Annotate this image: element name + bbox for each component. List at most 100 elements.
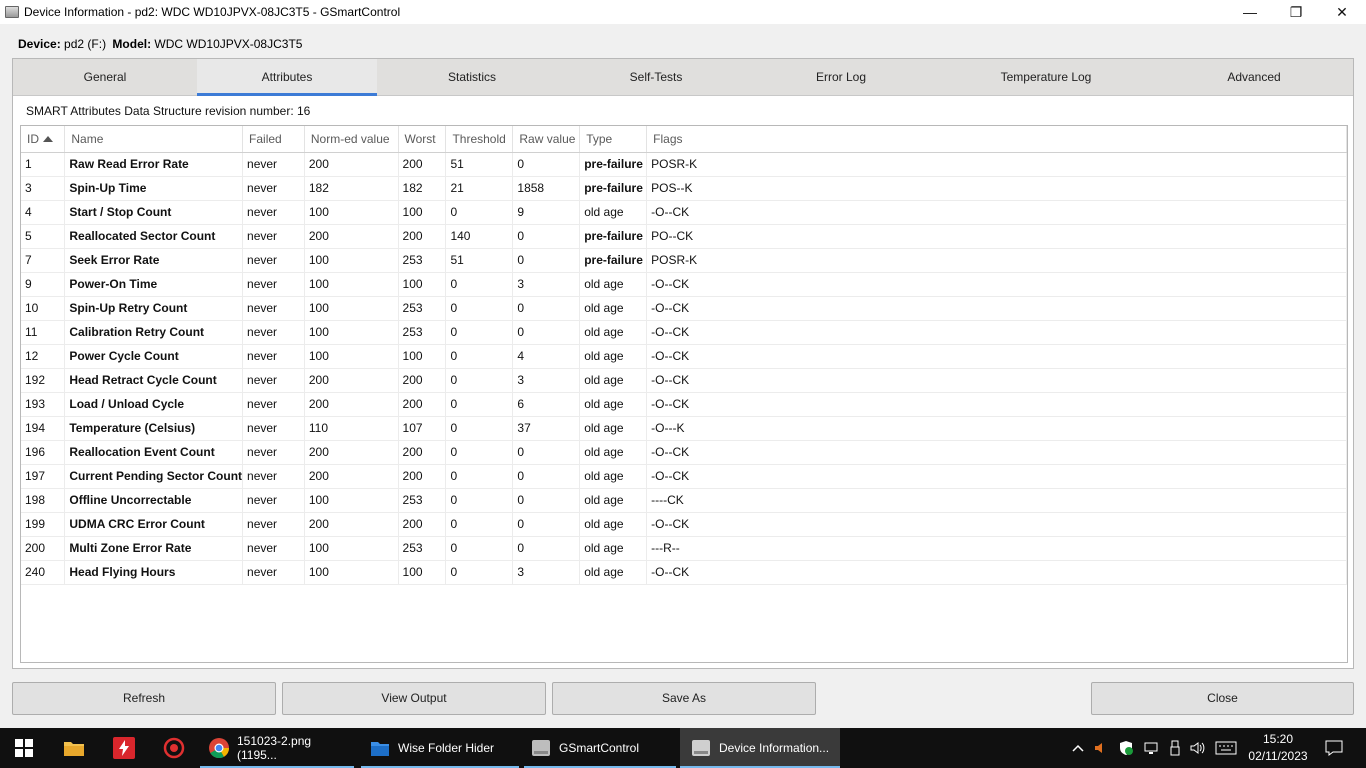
close-button[interactable]: Close — [1091, 682, 1354, 715]
cell-normed-value: 200 — [304, 392, 399, 417]
table-row[interactable]: 193 Load / Unload Cycle never 200 200 0 6 old a… — [21, 392, 1347, 417]
cell-failed: never — [242, 416, 305, 441]
tab-attributes[interactable]: Attributes — [197, 59, 377, 96]
file-explorer-button[interactable] — [50, 728, 98, 768]
tab-notebook: General Attributes Statistics Self-Tests… — [12, 58, 1354, 669]
table-row[interactable]: 10 Spin-Up Retry Count never 100 253 0 0 old ag… — [21, 296, 1347, 321]
usb-device-icon[interactable] — [1165, 728, 1185, 768]
taskbar-item-chrome[interactable]: 151023-2.png (1195... — [200, 728, 354, 768]
cell-raw-value: 0 — [512, 440, 581, 465]
table-row[interactable]: 1 Raw Read Error Rate never 200 200 51 0 pre-fa… — [21, 152, 1347, 177]
cell-id: 7 — [21, 248, 66, 273]
cell-worst: 253 — [398, 320, 447, 345]
cell-worst: 200 — [398, 392, 447, 417]
table-row[interactable]: 240 Head Flying Hours never 100 100 0 3 old age… — [21, 560, 1347, 585]
table-row[interactable]: 5 Reallocated Sector Count never 200 200 140 0… — [21, 224, 1347, 249]
save-as-button[interactable]: Save As — [552, 682, 816, 715]
table-row[interactable]: 11 Calibration Retry Count never 100 253 0 0 ol… — [21, 320, 1347, 345]
cell-worst: 200 — [398, 152, 447, 177]
table-row[interactable]: 196 Reallocation Event Count never 200 200 0 0… — [21, 440, 1347, 465]
window-title: Device Information - pd2: WDC WD10JPVX-0… — [24, 5, 401, 19]
cell-failed: never — [242, 368, 305, 393]
table-row[interactable]: 194 Temperature (Celsius) never 110 107 0 37 ol… — [21, 416, 1347, 441]
notification-center-icon[interactable] — [1320, 728, 1348, 768]
maximize-button[interactable]: ❐ — [1273, 0, 1319, 24]
cell-flags: -O--CK — [646, 440, 1347, 465]
view-output-button[interactable]: View Output — [282, 682, 546, 715]
windows-icon — [15, 739, 33, 757]
close-window-button[interactable]: ✕ — [1319, 0, 1365, 24]
cell-threshold: 0 — [445, 200, 514, 225]
cell-id: 194 — [21, 416, 66, 441]
table-row[interactable]: 192 Head Retract Cycle Count never 200 200 0 3… — [21, 368, 1347, 393]
cell-threshold: 0 — [445, 464, 514, 489]
table-row[interactable]: 200 Multi Zone Error Rate never 100 253 0 0 old… — [21, 536, 1347, 561]
tab-general[interactable]: General — [13, 59, 197, 96]
column-header-normed-value[interactable]: Norm-ed value — [304, 126, 399, 153]
clock[interactable]: 15:20 02/11/2023 — [1238, 731, 1318, 765]
cell-threshold: 51 — [445, 152, 514, 177]
lightning-app-icon — [113, 737, 135, 759]
cell-flags: PO--CK — [646, 224, 1347, 249]
attributes-table[interactable]: ID Name Failed Norm-ed value Worst Thres… — [20, 125, 1348, 663]
app-launcher-button[interactable] — [100, 728, 148, 768]
tab-advanced[interactable]: Advanced — [1155, 59, 1353, 96]
speaker-warning-icon[interactable] — [1091, 728, 1111, 768]
cell-worst: 182 — [398, 176, 447, 201]
column-header-worst[interactable]: Worst — [398, 126, 447, 153]
table-row[interactable]: 12 Power Cycle Count never 100 100 0 4 old age -… — [21, 344, 1347, 369]
cell-type: old age — [579, 392, 648, 417]
table-row[interactable]: 197 Current Pending Sector Count never 200 2… — [21, 464, 1347, 489]
taskbar-item-label: Wise Folder Hider — [398, 741, 495, 755]
refresh-button[interactable]: Refresh — [12, 682, 276, 715]
table-row[interactable]: 7 Seek Error Rate never 100 253 51 0 pre-failur… — [21, 248, 1347, 273]
sort-ascending-icon — [43, 135, 53, 142]
cell-worst: 107 — [398, 416, 447, 441]
tab-self-tests[interactable]: Self-Tests — [567, 59, 745, 96]
taskbar-item-gsmartcontrol[interactable]: GSmartControl — [524, 728, 676, 768]
table-row[interactable]: 9 Power-On Time never 100 100 0 3 old age -O--CK — [21, 272, 1347, 297]
table-row[interactable]: 198 Offline Uncorrectable never 100 253 0 0 old… — [21, 488, 1347, 513]
table-row[interactable]: 4 Start / Stop Count never 100 100 0 9 old age -… — [21, 200, 1347, 225]
table-row[interactable]: 3 Spin-Up Time never 182 182 21 1858 pre-failur… — [21, 176, 1347, 201]
taskbar-item-wise-folder-hider[interactable]: Wise Folder Hider — [361, 728, 519, 768]
network-icon[interactable] — [1141, 728, 1161, 768]
tab-temperature-log[interactable]: Temperature Log — [937, 59, 1155, 96]
cell-threshold: 0 — [445, 320, 514, 345]
model-label: Model: — [112, 37, 152, 51]
column-header-type[interactable]: Type — [579, 126, 648, 153]
column-header-raw-value[interactable]: Raw value — [512, 126, 581, 153]
cell-normed-value: 200 — [304, 464, 399, 489]
tab-error-log[interactable]: Error Log — [745, 59, 937, 96]
start-button[interactable] — [0, 728, 48, 768]
cell-threshold: 0 — [445, 560, 514, 585]
cell-normed-value: 100 — [304, 320, 399, 345]
minimize-button[interactable]: — — [1227, 0, 1273, 24]
volume-icon[interactable] — [1188, 728, 1208, 768]
column-header-threshold[interactable]: Threshold — [445, 126, 514, 153]
column-header-failed[interactable]: Failed — [242, 126, 305, 153]
cell-threshold: 0 — [445, 272, 514, 297]
column-header-flags[interactable]: Flags — [646, 126, 1347, 153]
cell-failed: never — [242, 272, 305, 297]
tab-statistics[interactable]: Statistics — [377, 59, 567, 96]
windows-security-icon[interactable] — [1116, 728, 1136, 768]
security-app-button[interactable] — [150, 728, 198, 768]
cell-id: 10 — [21, 296, 66, 321]
cell-name: UDMA CRC Error Count — [64, 512, 244, 537]
cell-failed: never — [242, 440, 305, 465]
tray-overflow-chevron-icon[interactable] — [1068, 728, 1088, 768]
chrome-icon — [208, 737, 230, 759]
column-header-name[interactable]: Name — [64, 126, 244, 153]
cell-raw-value: 6 — [512, 392, 581, 417]
cell-worst: 100 — [398, 200, 447, 225]
taskbar-item-device-information[interactable]: Device Information... — [680, 728, 840, 768]
cell-worst: 253 — [398, 536, 447, 561]
cell-type: old age — [579, 344, 648, 369]
cell-failed: never — [242, 152, 305, 177]
cell-failed: never — [242, 464, 305, 489]
column-header-id[interactable]: ID — [21, 126, 66, 153]
table-row[interactable]: 199 UDMA CRC Error Count never 200 200 0 0 old … — [21, 512, 1347, 537]
cell-normed-value: 100 — [304, 488, 399, 513]
keyboard-icon[interactable] — [1213, 728, 1239, 768]
